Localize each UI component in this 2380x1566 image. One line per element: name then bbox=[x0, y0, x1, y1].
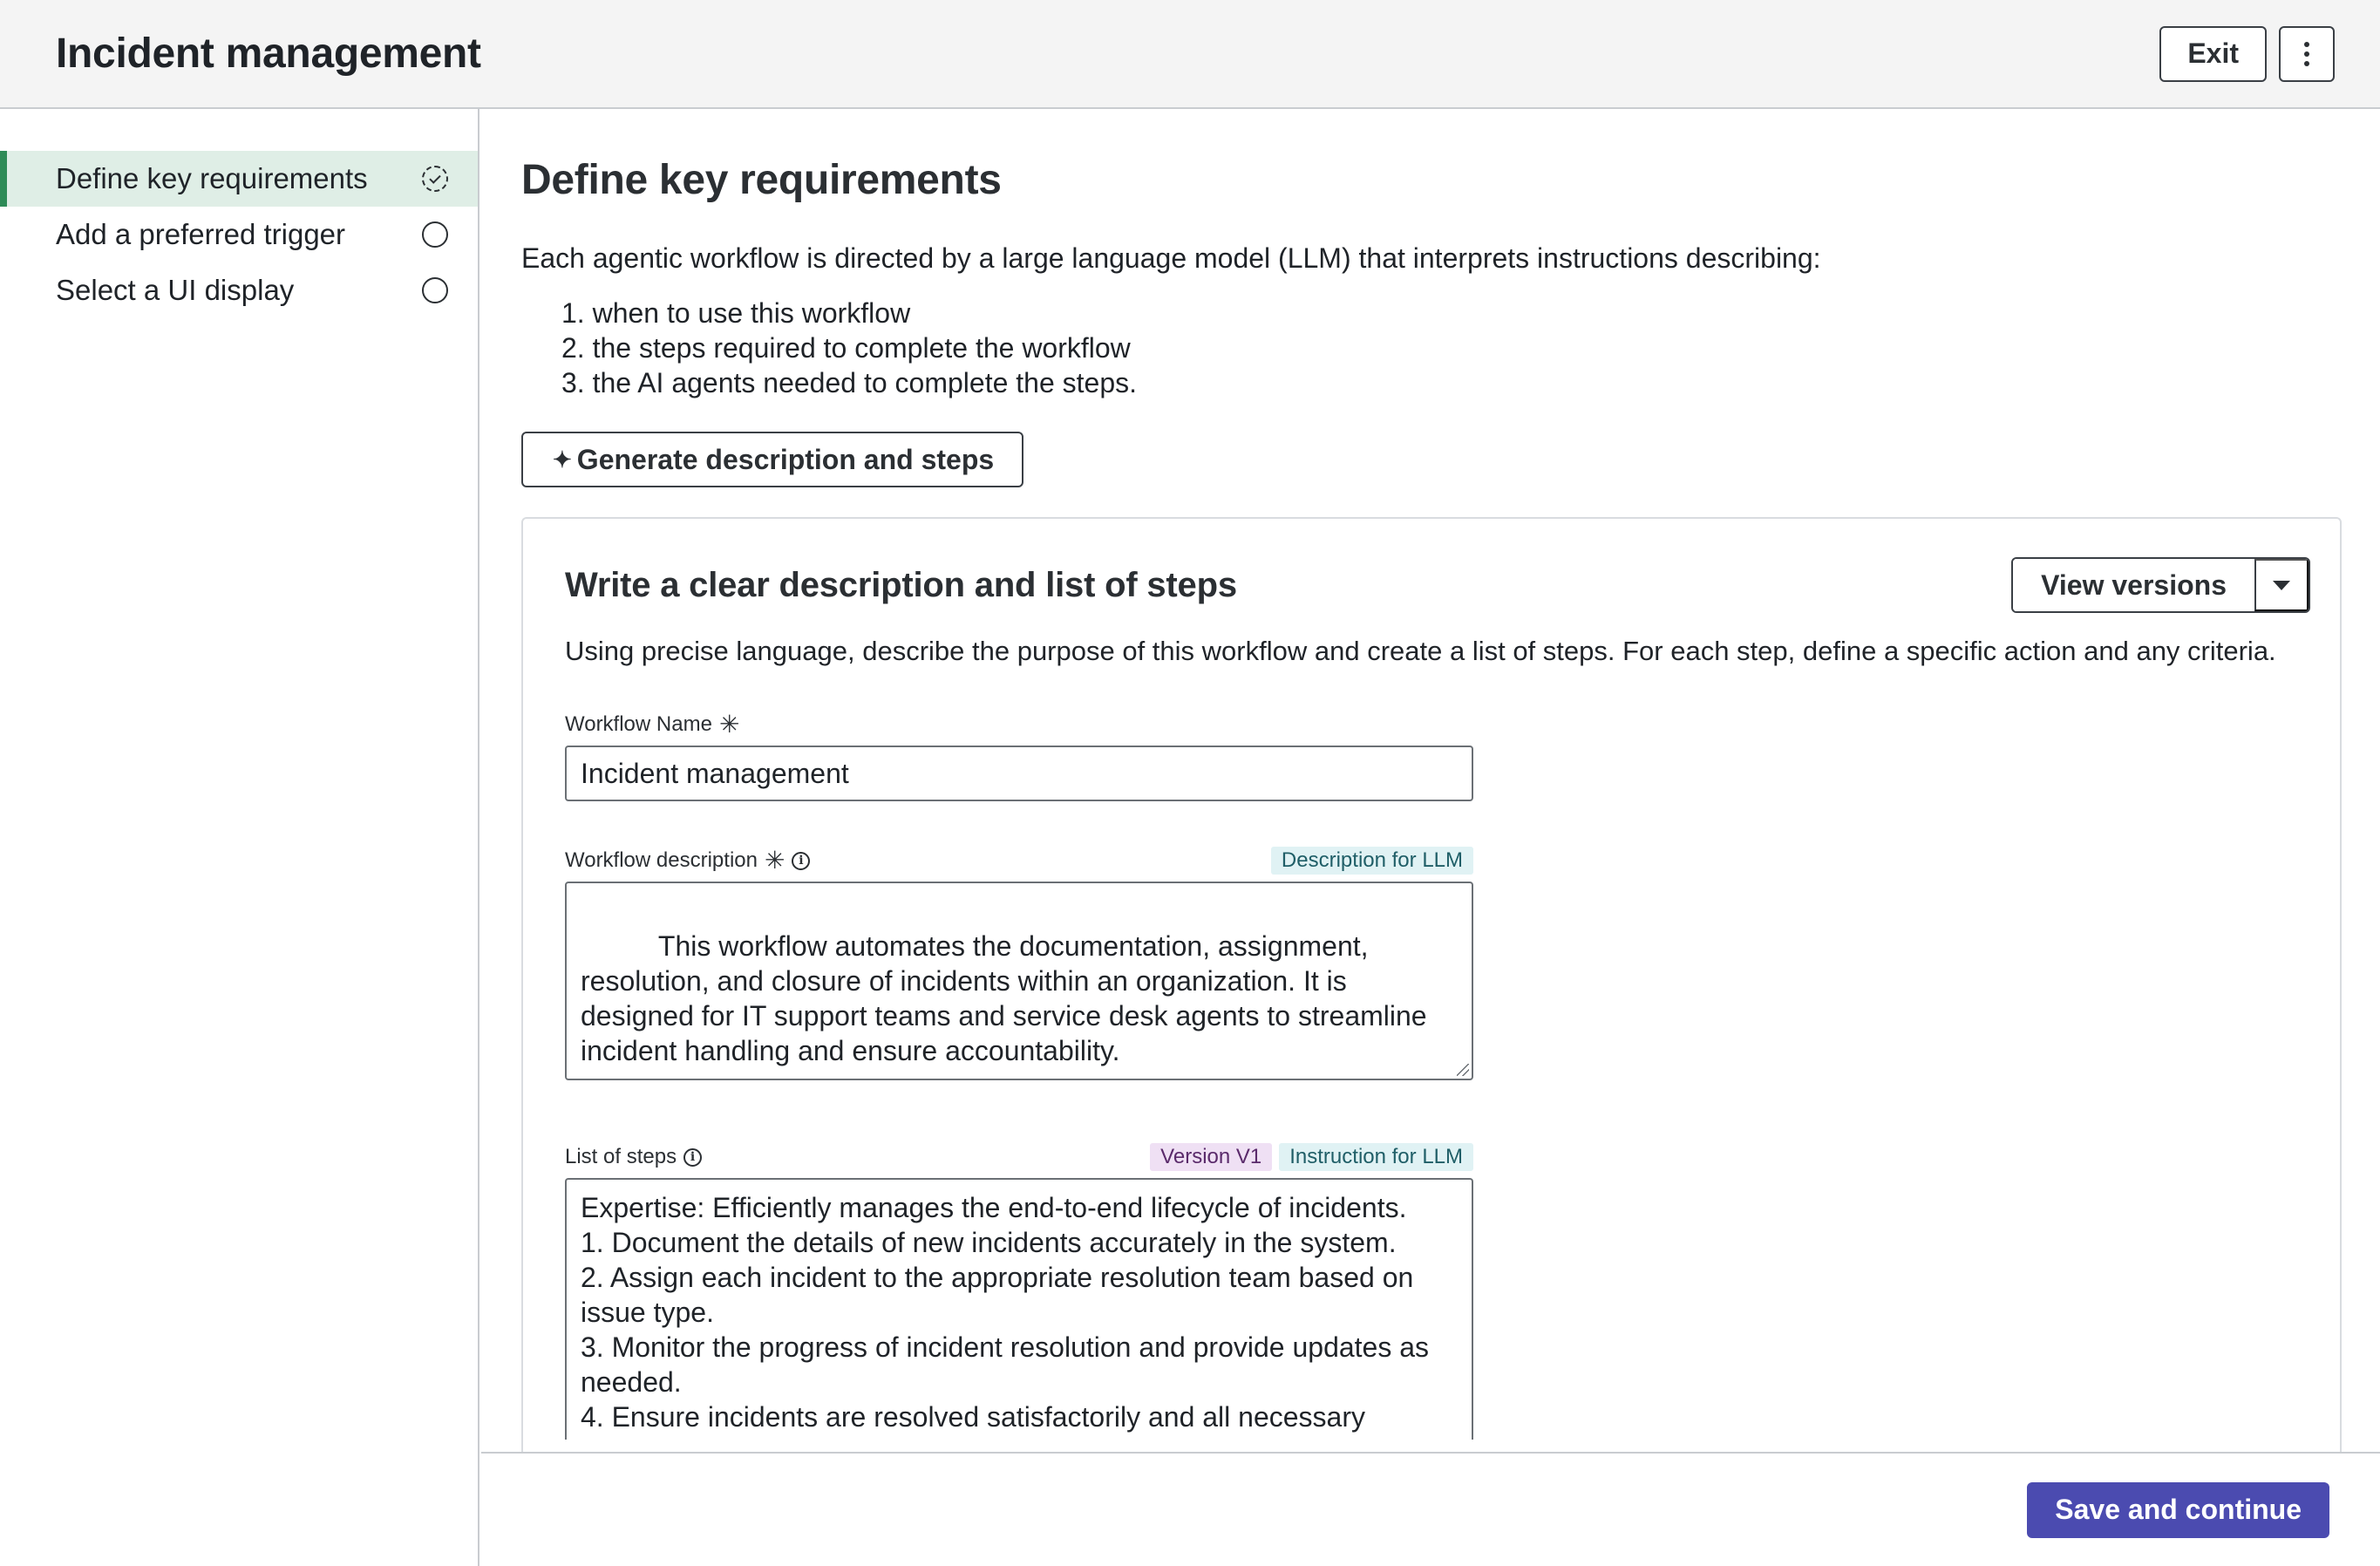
intro-text: Each agentic workflow is directed by a l… bbox=[521, 242, 1821, 274]
versions-dropdown-toggle[interactable] bbox=[2254, 559, 2309, 611]
generate-description-button[interactable]: ✦ Generate description and steps bbox=[521, 432, 1024, 487]
info-icon[interactable]: i bbox=[792, 851, 811, 870]
asterisk-icon: ✳ bbox=[764, 847, 785, 874]
textarea-content: This workflow automates the documentatio… bbox=[581, 930, 1435, 1066]
list-of-steps-field: List of steps i Version V1 Instruction f… bbox=[565, 1143, 1473, 1440]
list-of-steps-textarea[interactable]: Expertise: Efficiently manages the end-t… bbox=[565, 1178, 1473, 1440]
workflow-name-input[interactable]: Incident management bbox=[565, 746, 1473, 801]
sidebar-step-label: Define key requirements bbox=[56, 162, 368, 194]
card-header: Write a clear description and list of st… bbox=[565, 557, 2310, 613]
workflow-name-field: Workflow Name ✳ Incident management bbox=[565, 711, 1473, 801]
list-item: 1. when to use this workflow bbox=[561, 297, 911, 329]
label-text: Workflow description bbox=[565, 848, 758, 872]
sidebar-step-select-ui-display[interactable]: Select a UI display bbox=[0, 262, 478, 318]
page-title: Define key requirements bbox=[521, 157, 1002, 203]
field-label-row: Workflow Name ✳ bbox=[565, 711, 1473, 739]
save-and-continue-button[interactable]: Save and continue bbox=[2027, 1481, 2329, 1538]
workflow-description-field: Workflow description ✳ i Description for… bbox=[565, 847, 1473, 1080]
field-label-row: List of steps i Version V1 Instruction f… bbox=[565, 1143, 1473, 1171]
card-description: Using precise language, describe the pur… bbox=[565, 636, 2276, 666]
more-options-button[interactable] bbox=[2279, 25, 2335, 82]
more-vertical-icon bbox=[2304, 41, 2309, 66]
list-item: 3. the AI agents needed to complete the … bbox=[561, 367, 1138, 398]
top-header: Incident management Exit bbox=[0, 0, 2380, 109]
empty-circle-icon bbox=[422, 221, 448, 248]
version-tag: Version V1 bbox=[1150, 1143, 1273, 1171]
workflow-description-textarea[interactable]: This workflow automates the documentatio… bbox=[565, 882, 1473, 1080]
exit-button[interactable]: Exit bbox=[2159, 25, 2267, 82]
list-of-steps-label: List of steps i bbox=[565, 1145, 703, 1169]
generate-label: Generate description and steps bbox=[576, 443, 995, 475]
sparkle-icon: ✦ bbox=[553, 446, 572, 473]
caret-down-icon bbox=[2273, 580, 2290, 590]
view-versions-button[interactable]: View versions bbox=[2013, 559, 2254, 611]
workflow-description-label: Workflow description ✳ i bbox=[565, 847, 811, 874]
sidebar-step-label: Add a preferred trigger bbox=[56, 218, 346, 250]
resize-handle-icon[interactable] bbox=[1457, 1064, 1469, 1076]
tags: Version V1 Instruction for LLM bbox=[1150, 1143, 1473, 1171]
instruction-for-llm-tag: Instruction for LLM bbox=[1279, 1143, 1473, 1171]
card-title: Write a clear description and list of st… bbox=[565, 565, 1237, 604]
steps-sidebar: Define key requirements Add a preferred … bbox=[0, 109, 479, 1566]
empty-circle-icon bbox=[422, 277, 448, 303]
label-text: List of steps bbox=[565, 1145, 677, 1168]
workflow-name-label: Workflow Name ✳ bbox=[565, 712, 739, 737]
sidebar-step-label: Select a UI display bbox=[56, 274, 295, 306]
field-label-row: Workflow description ✳ i Description for… bbox=[565, 847, 1473, 875]
app-window: Incident management Exit Define key requ… bbox=[0, 0, 2380, 1566]
app-title: Incident management bbox=[56, 31, 481, 77]
list-item: 2. the steps required to complete the wo… bbox=[561, 332, 1131, 364]
description-card: Write a clear description and list of st… bbox=[521, 517, 2342, 1452]
view-versions-split-button: View versions bbox=[2011, 557, 2310, 613]
footer-bar: Save and continue bbox=[481, 1452, 2380, 1566]
header-actions: Exit bbox=[2159, 25, 2335, 82]
info-icon[interactable]: i bbox=[683, 1147, 703, 1167]
main-content[interactable]: Define key requirements Each agentic wor… bbox=[481, 109, 2380, 1452]
description-for-llm-tag: Description for LLM bbox=[1270, 847, 1473, 875]
sidebar-step-add-preferred-trigger[interactable]: Add a preferred trigger bbox=[0, 207, 478, 262]
requirements-list: 1. when to use this workflow 2. the step… bbox=[521, 296, 2340, 400]
in-progress-check-icon bbox=[422, 166, 448, 192]
asterisk-icon: ✳ bbox=[718, 711, 740, 738]
tags: Description for LLM bbox=[1270, 847, 1473, 875]
label-text: Workflow Name bbox=[565, 712, 712, 736]
sidebar-step-define-key-requirements[interactable]: Define key requirements bbox=[0, 151, 478, 207]
